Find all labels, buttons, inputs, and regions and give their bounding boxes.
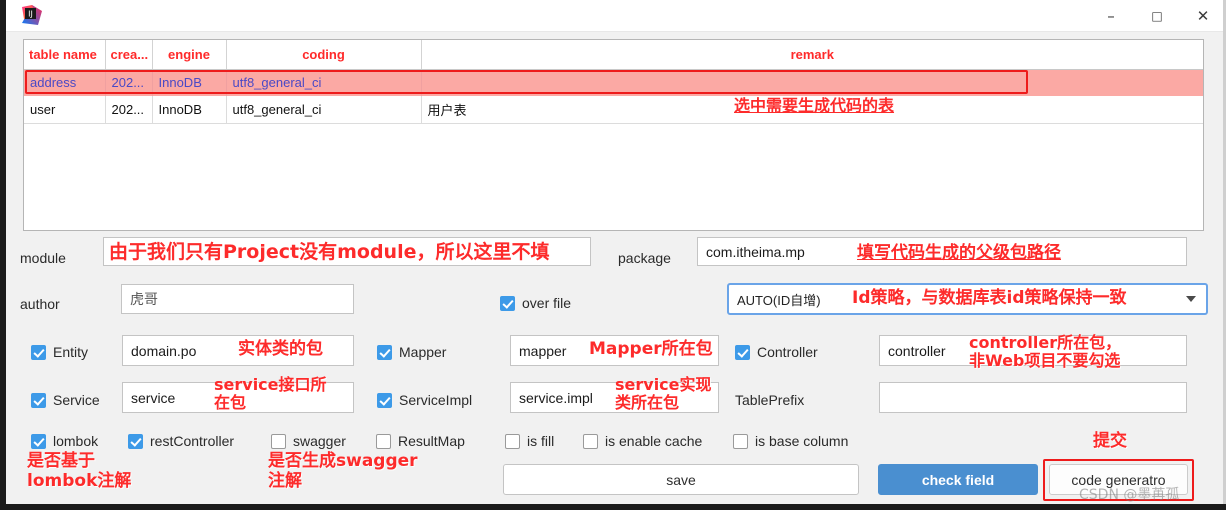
annotation-swagger-note-line2: 注解 bbox=[268, 471, 302, 491]
id-strategy-select[interactable]: AUTO(ID自增) bbox=[727, 283, 1208, 315]
column-header-coding[interactable]: coding bbox=[226, 40, 422, 70]
serviceimpl-label: ServiceImpl bbox=[399, 392, 473, 408]
save-button[interactable]: save bbox=[503, 464, 859, 495]
restcontroller-label: restController bbox=[150, 433, 235, 449]
window-titlebar: IJ – □ ✕ bbox=[0, 0, 1226, 32]
checkbox-box-icon bbox=[31, 344, 46, 360]
checkbox-box-icon bbox=[377, 344, 392, 360]
checkbox-box-icon bbox=[500, 295, 515, 311]
over-file-label: over file bbox=[522, 295, 572, 311]
isenablecache-label: is enable cache bbox=[605, 433, 703, 449]
service-checkbox[interactable]: Service bbox=[31, 392, 100, 408]
cell-engine: InnoDB bbox=[152, 96, 227, 124]
column-header-created[interactable]: crea... bbox=[105, 40, 153, 70]
window-controls: – □ ✕ bbox=[1088, 0, 1226, 32]
checkbox-box-icon bbox=[128, 433, 143, 449]
checkbox-box-icon bbox=[376, 433, 391, 449]
column-header-table-name[interactable]: table name bbox=[24, 40, 106, 70]
entity-package-input[interactable]: domain.po bbox=[122, 335, 354, 366]
cell-remark bbox=[421, 69, 1203, 96]
isbasecolumn-label: is base column bbox=[755, 433, 849, 449]
mapper-checkbox[interactable]: Mapper bbox=[377, 344, 446, 360]
entity-checkbox[interactable]: Entity bbox=[31, 344, 88, 360]
checkbox-box-icon bbox=[31, 392, 46, 408]
tableprefix-input[interactable] bbox=[879, 382, 1187, 413]
controller-package-input[interactable]: controller bbox=[879, 335, 1187, 366]
module-label: module bbox=[20, 250, 66, 266]
cell-created: 202... bbox=[105, 69, 153, 96]
cell-remark: 用户表 bbox=[421, 96, 1203, 124]
author-label: author bbox=[20, 296, 60, 312]
mapper-label: Mapper bbox=[399, 344, 447, 360]
cell-table-name: address bbox=[24, 69, 106, 96]
table-header-row: table name crea... engine coding remark bbox=[24, 40, 1203, 70]
cell-engine: InnoDB bbox=[152, 69, 227, 96]
checkbox-box-icon bbox=[271, 433, 286, 449]
svg-text:IJ: IJ bbox=[28, 10, 33, 19]
database-tables-table: table name crea... engine coding remark … bbox=[24, 40, 1203, 124]
controller-checkbox[interactable]: Controller bbox=[735, 344, 818, 360]
entity-label: Entity bbox=[53, 344, 89, 360]
annotation-swagger-note-line1: 是否生成swagger bbox=[268, 451, 418, 471]
checkbox-box-icon bbox=[377, 392, 392, 408]
isfill-checkbox[interactable]: is fill bbox=[505, 433, 554, 449]
check-field-button[interactable]: check field bbox=[878, 464, 1038, 495]
table-row[interactable]: address 202... InnoDB utf8_general_ci bbox=[24, 69, 1203, 96]
column-header-remark[interactable]: remark bbox=[421, 40, 1203, 70]
package-label: package bbox=[618, 250, 671, 266]
service-label: Service bbox=[53, 392, 100, 408]
cell-created: 202... bbox=[105, 96, 153, 124]
cell-table-name: user bbox=[24, 96, 106, 124]
isfill-label: is fill bbox=[527, 433, 555, 449]
code-generator-window: IJ – □ ✕ table name crea... engine codin… bbox=[0, 0, 1226, 510]
serviceimpl-package-input[interactable]: service.impl bbox=[510, 382, 719, 413]
annotation-lombok-note-line1: 是否基于 bbox=[27, 451, 95, 471]
isenablecache-checkbox[interactable]: is enable cache bbox=[583, 433, 702, 449]
tables-list[interactable]: table name crea... engine coding remark … bbox=[23, 39, 1204, 231]
swagger-label: swagger bbox=[293, 433, 346, 449]
author-input[interactable]: 虎哥 bbox=[121, 284, 354, 314]
lombok-label: lombok bbox=[53, 433, 99, 449]
restcontroller-checkbox[interactable]: restController bbox=[128, 433, 234, 449]
cell-coding: utf8_general_ci bbox=[226, 69, 422, 96]
module-input[interactable] bbox=[103, 237, 591, 266]
window-frame-bottom bbox=[0, 504, 1226, 510]
mapper-package-input[interactable]: mapper bbox=[510, 335, 719, 366]
lombok-checkbox[interactable]: lombok bbox=[31, 433, 98, 449]
minimize-icon[interactable]: – bbox=[1088, 0, 1134, 32]
checkbox-box-icon bbox=[583, 433, 598, 449]
cell-coding: utf8_general_ci bbox=[226, 96, 422, 124]
over-file-checkbox[interactable]: over file bbox=[500, 295, 571, 311]
resultmap-label: ResultMap bbox=[398, 433, 465, 449]
id-strategy-value: AUTO(ID自增) bbox=[737, 292, 821, 308]
checkbox-box-icon bbox=[735, 344, 750, 360]
checkbox-box-icon bbox=[733, 433, 748, 449]
controller-label: Controller bbox=[757, 344, 818, 360]
column-header-engine[interactable]: engine bbox=[152, 40, 227, 70]
serviceimpl-checkbox[interactable]: ServiceImpl bbox=[377, 392, 472, 408]
annotation-submit-note: 提交 bbox=[1093, 431, 1127, 451]
code-generator-button[interactable]: code generatro bbox=[1049, 464, 1188, 495]
resultmap-checkbox[interactable]: ResultMap bbox=[376, 433, 465, 449]
dialog-content: table name crea... engine coding remark … bbox=[6, 32, 1223, 504]
isbasecolumn-checkbox[interactable]: is base column bbox=[733, 433, 848, 449]
swagger-checkbox[interactable]: swagger bbox=[271, 433, 346, 449]
annotation-lombok-note-line2: lombok注解 bbox=[27, 471, 132, 491]
maximize-icon[interactable]: □ bbox=[1134, 0, 1180, 32]
intellij-idea-logo-icon: IJ bbox=[22, 5, 42, 25]
chevron-down-icon bbox=[1186, 296, 1196, 302]
checkbox-box-icon bbox=[505, 433, 520, 449]
tableprefix-label: TablePrefix bbox=[735, 392, 805, 408]
package-input[interactable]: com.itheima.mp bbox=[697, 237, 1187, 266]
service-package-input[interactable]: service bbox=[122, 382, 354, 413]
close-icon[interactable]: ✕ bbox=[1180, 0, 1226, 32]
checkbox-box-icon bbox=[31, 433, 46, 449]
table-row[interactable]: user 202... InnoDB utf8_general_ci 用户表 bbox=[24, 96, 1203, 124]
